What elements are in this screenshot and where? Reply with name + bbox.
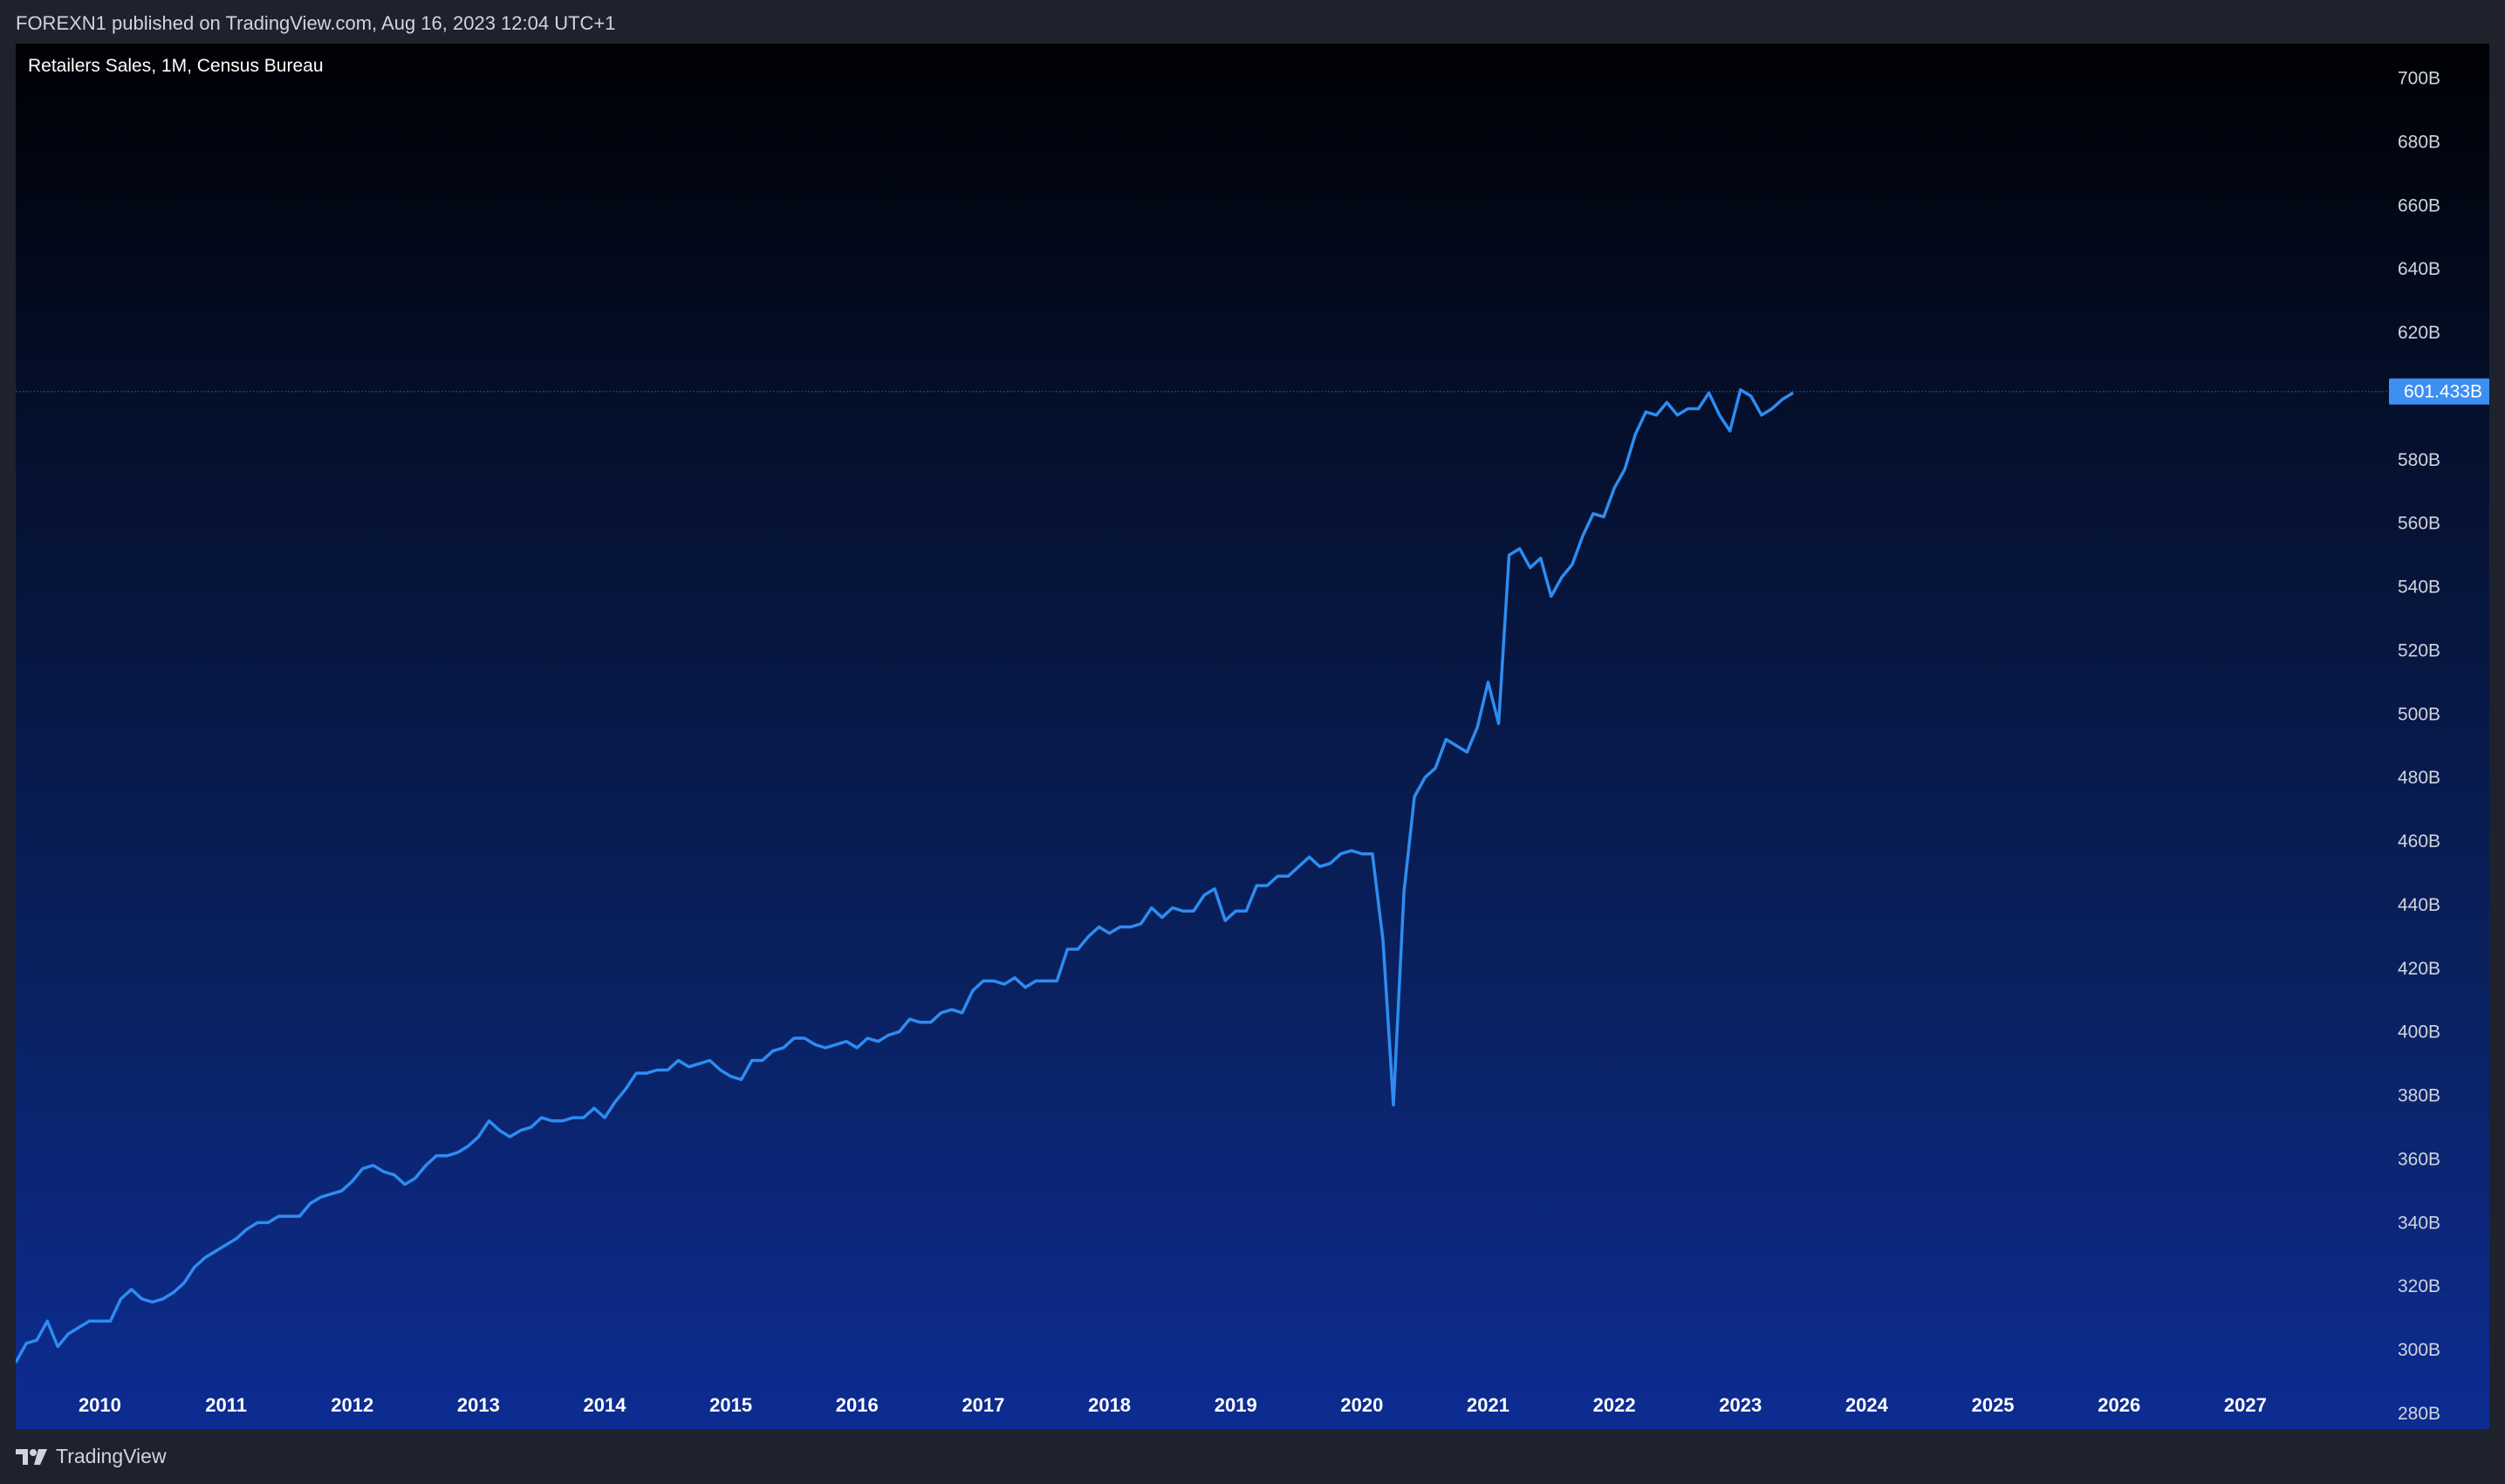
brand-name: TradingView	[56, 1445, 167, 1467]
x-tick-label: 2026	[2098, 1394, 2140, 1416]
x-tick-label: 2017	[962, 1394, 1004, 1416]
chart-canvas[interactable]: 280B 300B 320B 340B 360B 380B 400B 420B 440B 460B…	[16, 44, 2489, 1429]
x-tick-label: 2010	[79, 1394, 121, 1416]
tradingview-brand[interactable]: TradingView	[16, 1445, 167, 1468]
y-tick-label: 620B	[2398, 323, 2440, 343]
x-tick-label: 2011	[205, 1394, 247, 1416]
x-tick-label: 2023	[1719, 1394, 1762, 1416]
chart-area[interactable]: 280B 300B 320B 340B 360B 380B 400B 420B 440B 460B…	[16, 44, 2489, 1429]
tradingview-logo-icon	[16, 1448, 47, 1465]
series-line[interactable]	[16, 387, 1795, 1364]
y-tick-label: 320B	[2398, 1276, 2440, 1296]
x-tick-label: 2027	[2224, 1394, 2267, 1416]
top-bar: FOREXN1 published on TradingView.com, Au…	[0, 0, 2505, 44]
y-tick-label: 480B	[2398, 768, 2440, 788]
y-tick-label: 520B	[2398, 640, 2440, 660]
x-tick-label: 2014	[584, 1394, 627, 1416]
y-tick-label: 440B	[2398, 895, 2440, 915]
y-tick-label: 500B	[2398, 704, 2440, 724]
y-tick-label: 560B	[2398, 514, 2440, 534]
y-tick-label: 540B	[2398, 578, 2440, 598]
x-tick-label: 2025	[1972, 1394, 2015, 1416]
y-tick-label: 580B	[2398, 450, 2440, 470]
y-tick-label: 400B	[2398, 1022, 2440, 1043]
x-tick-label: 2020	[1340, 1394, 1383, 1416]
y-tick-label: 640B	[2398, 259, 2440, 279]
x-tick-label: 2015	[709, 1394, 752, 1416]
y-tick-label: 280B	[2398, 1404, 2440, 1424]
x-tick-label: 2019	[1215, 1394, 1257, 1416]
x-tick-label: 2021	[1467, 1394, 1509, 1416]
y-tick-label: 460B	[2398, 831, 2440, 851]
y-tick-label: 360B	[2398, 1149, 2440, 1169]
y-tick-label: 680B	[2398, 132, 2440, 152]
x-tick-label: 2016	[836, 1394, 879, 1416]
x-tick-label: 2022	[1593, 1394, 1636, 1416]
x-tick-label: 2012	[331, 1394, 373, 1416]
published-info: FOREXN1 published on TradingView.com, Au…	[16, 12, 616, 34]
y-tick-label: 700B	[2398, 69, 2440, 89]
x-tick-label: 2024	[1845, 1394, 1889, 1416]
chart-title[interactable]: Retailers Sales, 1M, Census Bureau	[28, 56, 324, 77]
y-tick-label: 340B	[2398, 1213, 2440, 1233]
x-tick-label: 2018	[1088, 1394, 1131, 1416]
y-tick-label: 300B	[2398, 1340, 2440, 1360]
y-tick-label: 420B	[2398, 959, 2440, 979]
x-tick-label: 2013	[457, 1394, 500, 1416]
y-tick-label: 380B	[2398, 1086, 2440, 1106]
last-price-label: 601.433B	[2404, 382, 2482, 402]
y-tick-label: 660B	[2398, 195, 2440, 215]
footer: TradingView	[0, 1429, 2505, 1484]
